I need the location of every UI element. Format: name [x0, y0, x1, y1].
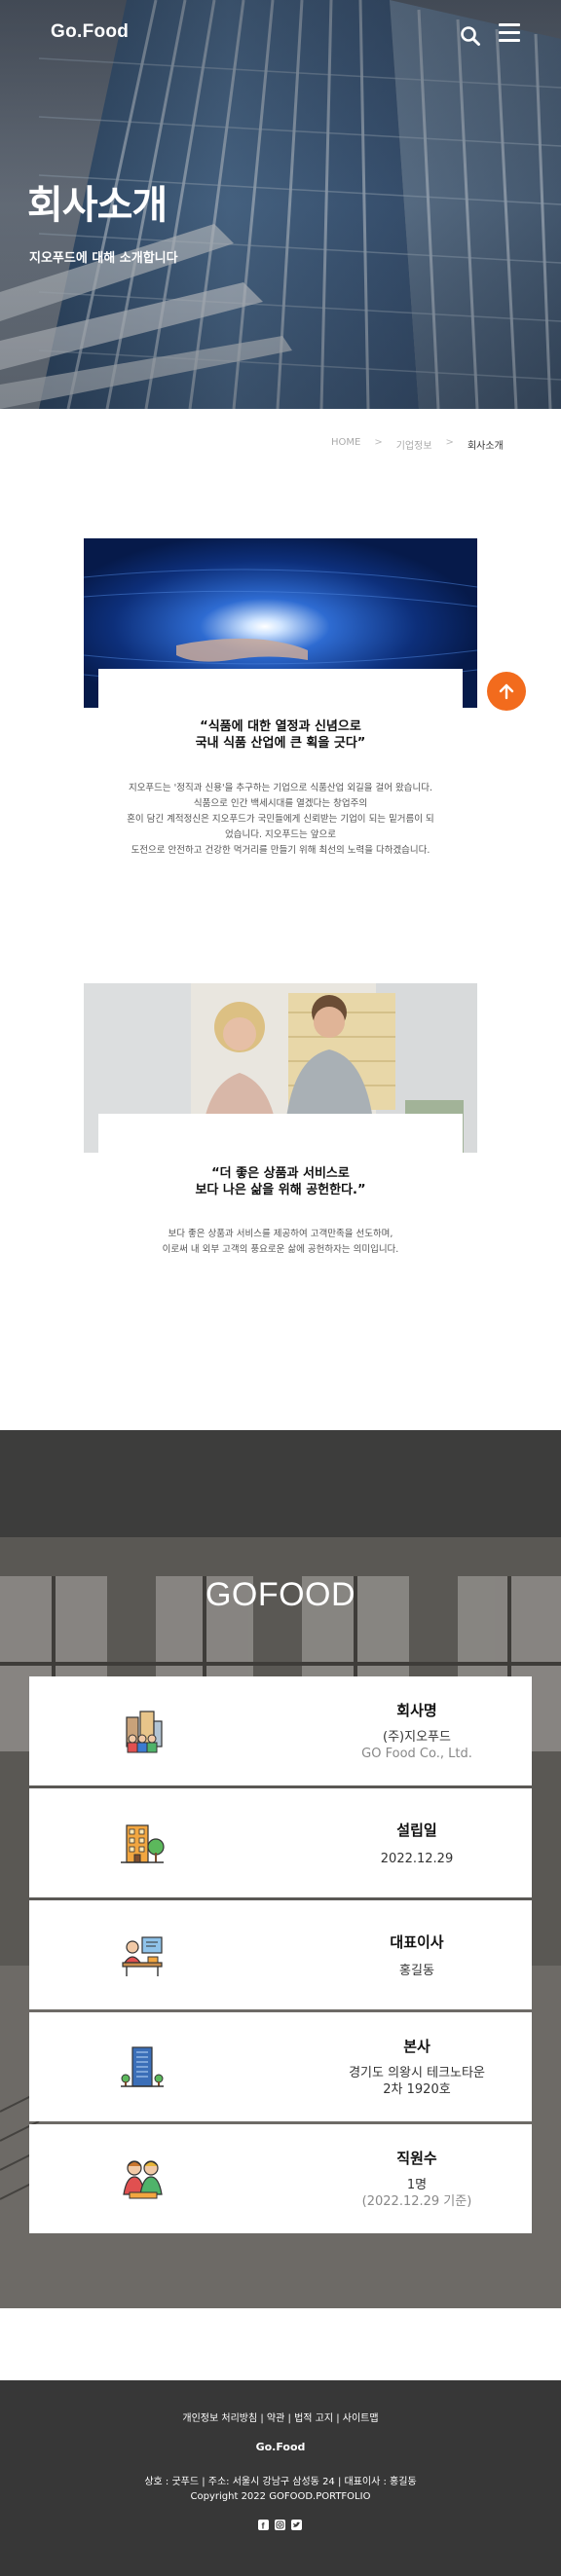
svg-text:f: f [262, 2521, 266, 2531]
footer-links: 개인정보 처리방침 | 약관 | 법적 고지 | 사이트맵 [182, 2413, 379, 2424]
card-label: 대표이사 [390, 1933, 444, 1951]
info-card-employees: 직원수 1명 (2022.12.29 기준) [29, 2124, 532, 2233]
breadcrumb-home[interactable]: HOME [331, 437, 360, 452]
footer-link-sitemap[interactable]: 사이트맵 [343, 2413, 379, 2424]
info-card-founded: 설립일 2022.12.29 [29, 1788, 532, 1897]
page-subtitle: 지오푸드에 대해 소개합니다 [29, 251, 178, 266]
footer-copyright: Copyright 2022 GOFOOD.PORTFOLIO [190, 2491, 371, 2502]
card-value: 1명 [406, 2178, 428, 2192]
footer-address: 상호 : 굿푸드 | 주소: 서울시 강남구 삼성동 24 | 대표이사 : 홍… [144, 2477, 417, 2487]
footer-link-privacy[interactable]: 개인정보 처리방침 [182, 2413, 257, 2424]
skyscraper-icon [121, 2046, 164, 2087]
card-value-secondary: 2차 1920호 [383, 2082, 451, 2097]
card-value: (주)지오푸드 [383, 1730, 451, 1745]
card-label: 직원수 [396, 2150, 437, 2167]
search-icon[interactable] [460, 25, 481, 47]
card-value-secondary: (2022.12.29 기준) [361, 2194, 472, 2209]
card-label: 회사명 [396, 1702, 437, 1719]
company-info-section: GOFOOD 회사명 (주)지오푸드 GO Food Co., Ltd. 설립일… [0, 1430, 561, 2308]
card-value-secondary: GO Food Co., Ltd. [361, 1747, 472, 1761]
arrow-up-icon[interactable] [487, 672, 526, 711]
footer-link-legal[interactable]: 법적 고지 [294, 2413, 333, 2424]
twitter-icon[interactable] [291, 2520, 302, 2530]
facebook-icon[interactable]: f [258, 2520, 269, 2530]
breadcrumb-current: 회사소개 [467, 441, 504, 452]
page-title: 회사소개 [27, 183, 168, 228]
footer-logo[interactable]: Go.Food [0, 2441, 561, 2453]
info-title: GOFOOD [205, 1576, 356, 1613]
breadcrumb-company[interactable]: 기업정보 [396, 437, 432, 452]
ceo-desk-icon [122, 1936, 163, 1976]
building-tree-icon [121, 1824, 165, 1863]
card-label: 설립일 [396, 1822, 437, 1839]
footer: 개인정보 처리방침 | 약관 | 법적 고지 | 사이트맵 Go.Food 상호… [0, 2380, 561, 2576]
card-label: 본사 [403, 2038, 430, 2055]
breadcrumb: HOME > 기업정보 > 회사소개 [331, 437, 504, 452]
info-card-company-name: 회사명 (주)지오푸드 GO Food Co., Ltd. [29, 1676, 532, 1785]
site-logo[interactable]: Go.Food [51, 21, 129, 43]
story-body: 보다 좋은 상품과 서비스를 제공하여 고객만족을 선도하며, 이로써 내 외부… [162, 1229, 399, 1255]
story-quote: “식품에 대한 열정과 신념으로 국내 식품 산업에 큰 획을 긋다” [195, 719, 366, 751]
employees-icon [123, 2160, 163, 2199]
info-card-ceo: 대표이사 홍길동 [29, 1900, 532, 2009]
story-body: 지오푸드는 '정직과 신용'을 추구하는 기업으로 식품산업 외길을 걸어 왔습… [127, 783, 434, 856]
card-value: 홍길동 [399, 1964, 434, 1978]
story-quote: “더 좋은 상품과 서비스로 보다 나은 삶을 위해 공헌한다.” [195, 1166, 366, 1197]
card-value: 경기도 의왕시 테크노타운 [349, 2066, 485, 2080]
social-links: f [258, 2520, 302, 2530]
info-card-headquarters: 본사 경기도 의왕시 테크노타운 2차 1920호 [29, 2012, 532, 2121]
instagram-icon[interactable] [275, 2520, 285, 2530]
card-value: 2022.12.29 [380, 1852, 454, 1866]
hamburger-icon[interactable] [499, 23, 520, 45]
footer-link-terms[interactable]: 약관 [267, 2413, 284, 2424]
people-building-icon [126, 1711, 163, 1753]
